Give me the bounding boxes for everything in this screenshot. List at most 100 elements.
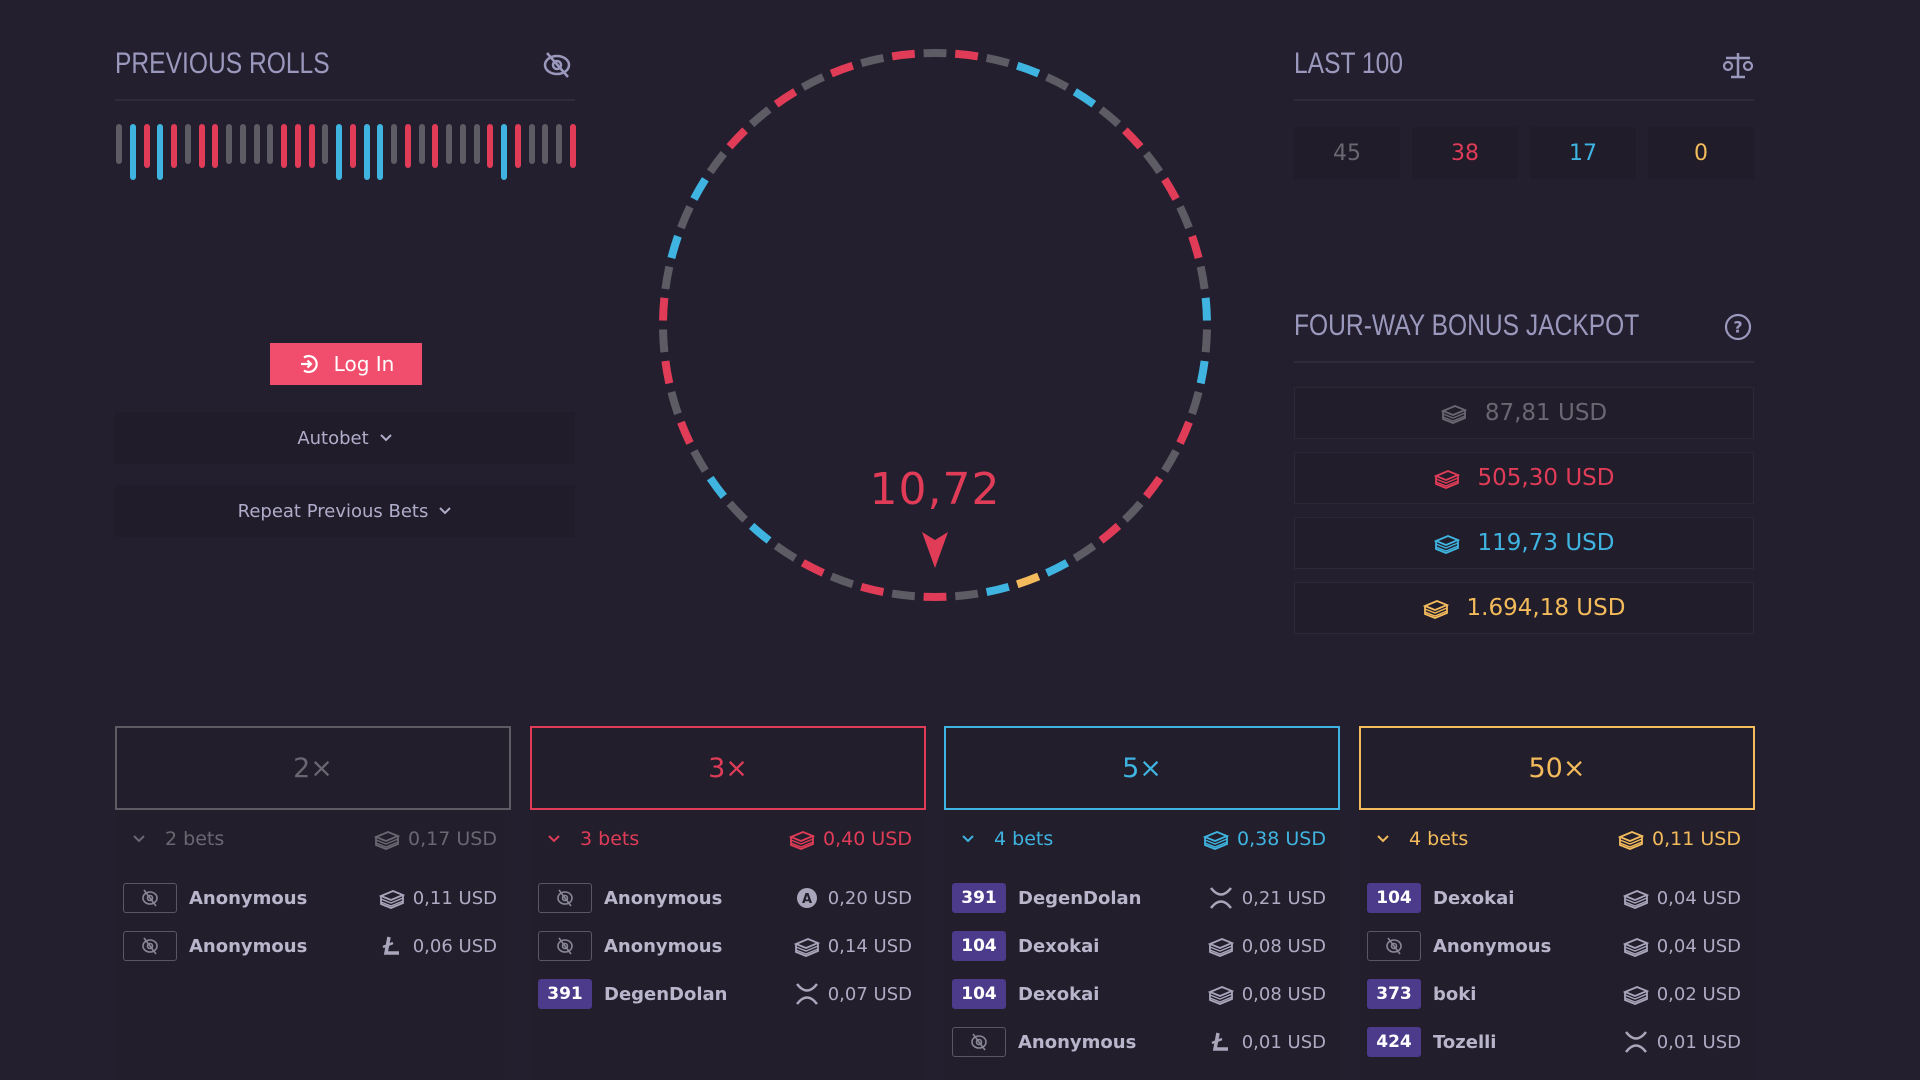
roulette-wheel <box>659 49 1211 601</box>
roll-bar-gray[interactable] <box>322 124 329 164</box>
roll-bar-gray[interactable] <box>542 124 549 164</box>
roll-bar-red[interactable] <box>349 124 356 168</box>
username[interactable]: Dexokai <box>1018 984 1099 1005</box>
roll-bar-blue[interactable] <box>501 124 507 180</box>
roll-bar-red[interactable] <box>171 124 177 168</box>
roll-bar-red[interactable] <box>143 124 150 168</box>
eye-off-icon <box>142 937 158 955</box>
username[interactable]: Tozelli <box>1433 1032 1496 1053</box>
roll-bar-blue[interactable] <box>336 124 342 180</box>
username[interactable]: Dexokai <box>1018 936 1099 957</box>
username[interactable]: Dexokai <box>1433 888 1514 909</box>
username[interactable]: Anonymous <box>1018 1032 1136 1053</box>
wheel-segment-gray <box>748 106 772 128</box>
bet-summary: 3 bets 0,40 USD <box>530 822 926 856</box>
bet-amount: 0,14 USD <box>793 935 912 957</box>
cash-stack-icon <box>1433 470 1460 489</box>
bet-button-gray[interactable]: 2× <box>115 726 511 810</box>
roll-bar-gray[interactable] <box>116 124 122 164</box>
wheel-segment-red <box>677 420 694 445</box>
username[interactable]: boki <box>1433 984 1476 1005</box>
bet-amount: 0,21 USD <box>1208 887 1326 909</box>
bets-count: 4 bets <box>994 828 1054 850</box>
bet-amount: 0,08 USD <box>1207 935 1326 957</box>
username[interactable]: Anonymous <box>604 888 722 909</box>
cash-stack-icon <box>1622 986 1649 1005</box>
roll-bar-red[interactable] <box>404 124 411 168</box>
wheel-segment-red <box>1098 522 1122 544</box>
roll-bar-red[interactable] <box>212 124 219 168</box>
wheel-segment-blue <box>1201 297 1211 321</box>
roll-bar-gray[interactable] <box>446 124 452 164</box>
username[interactable]: Anonymous <box>189 936 307 957</box>
roll-bar-gray[interactable] <box>418 124 425 164</box>
cash-stack-icon <box>1622 890 1649 909</box>
username[interactable]: DegenDolan <box>604 984 728 1005</box>
roll-bar-blue[interactable] <box>377 124 384 180</box>
chevron-down-icon <box>439 507 452 515</box>
roll-bar-gray[interactable] <box>239 124 246 164</box>
roll-bar-red[interactable] <box>281 124 287 168</box>
help-circle-icon[interactable]: ? <box>1724 313 1752 341</box>
last-100-title: LAST 100 <box>1294 47 1403 80</box>
cash-stack-icon <box>1207 938 1234 957</box>
roll-bar-gray[interactable] <box>226 124 232 164</box>
chevron-down-icon[interactable] <box>546 834 562 844</box>
roll-bar-red[interactable] <box>514 124 521 168</box>
roll-bar-gray[interactable] <box>459 124 466 164</box>
chevron-down-icon[interactable] <box>960 834 976 844</box>
bet-amount: 0,08 USD <box>1207 983 1326 1005</box>
eye-off-icon <box>1386 937 1402 955</box>
bet-amount-value: 0,08 USD <box>1241 935 1326 957</box>
wheel-pointer-icon <box>922 532 948 568</box>
user-level-badge: 104 <box>1367 883 1421 913</box>
roll-bar-gray[interactable] <box>267 124 274 164</box>
bet-button-gold[interactable]: 50× <box>1359 726 1755 810</box>
autobet-dropdown[interactable]: Autobet <box>115 412 575 464</box>
username[interactable]: DegenDolan <box>1018 888 1142 909</box>
repeat-previous-bets-dropdown[interactable]: Repeat Previous Bets <box>115 485 575 537</box>
bet-button-red[interactable]: 3× <box>530 726 926 810</box>
scale-icon[interactable] <box>1722 50 1754 80</box>
jackpot-row-gray: 87,81 USD <box>1294 387 1754 439</box>
eye-off-icon[interactable] <box>540 50 574 80</box>
chevron-down-icon[interactable] <box>1375 834 1391 844</box>
roll-bar-red[interactable] <box>569 124 576 168</box>
roll-bar-gray[interactable] <box>391 124 397 164</box>
roll-bar-red[interactable] <box>198 124 205 168</box>
svg-text:?: ? <box>1733 318 1742 337</box>
roll-bar-gray[interactable] <box>528 124 535 164</box>
login-button[interactable]: Log In <box>270 343 422 385</box>
wheel-segment-gray <box>690 449 709 473</box>
xrp-icon <box>1624 1031 1647 1053</box>
roll-bar-gray[interactable] <box>556 124 562 164</box>
wheel-segment-gray <box>1072 542 1097 562</box>
wheel-segment-gray <box>985 54 1010 68</box>
roll-bar-blue[interactable] <box>363 124 370 180</box>
roll-bar-gray[interactable] <box>253 124 260 164</box>
bet-amount-value: 0,21 USD <box>1241 887 1326 909</box>
wheel-segment-gray <box>659 329 669 353</box>
chevron-down-icon[interactable] <box>131 834 147 844</box>
roll-bar-red[interactable] <box>294 124 301 168</box>
roll-bar-red[interactable] <box>432 124 439 168</box>
roll-bar-blue[interactable] <box>129 124 136 180</box>
bet-amount-value: 0,08 USD <box>1241 983 1326 1005</box>
roll-bar-gray[interactable] <box>184 124 191 164</box>
cash-stack-icon <box>1203 831 1230 850</box>
roll-bar-red[interactable] <box>487 124 494 168</box>
jackpot-row-blue: 119,73 USD <box>1294 517 1754 569</box>
bet-button-blue[interactable]: 5× <box>944 726 1340 810</box>
roll-bar-gray[interactable] <box>473 124 480 164</box>
bet-column-red: 3× 3 bets 0,40 USD Anonymous A 0,20 USD Anon… <box>530 726 926 1080</box>
username[interactable]: Anonymous <box>1433 936 1551 957</box>
bet-amount: 0,02 USD <box>1622 983 1741 1005</box>
bet-row: Anonymous 0,06 USD <box>123 930 503 962</box>
username[interactable]: Anonymous <box>604 936 722 957</box>
bets-total: 0,17 USD <box>374 828 497 850</box>
username[interactable]: Anonymous <box>189 888 307 909</box>
eye-off-icon <box>971 1033 987 1051</box>
roll-bar-blue[interactable] <box>157 124 164 180</box>
chevron-down-icon <box>379 434 392 442</box>
roll-bar-red[interactable] <box>308 124 315 168</box>
